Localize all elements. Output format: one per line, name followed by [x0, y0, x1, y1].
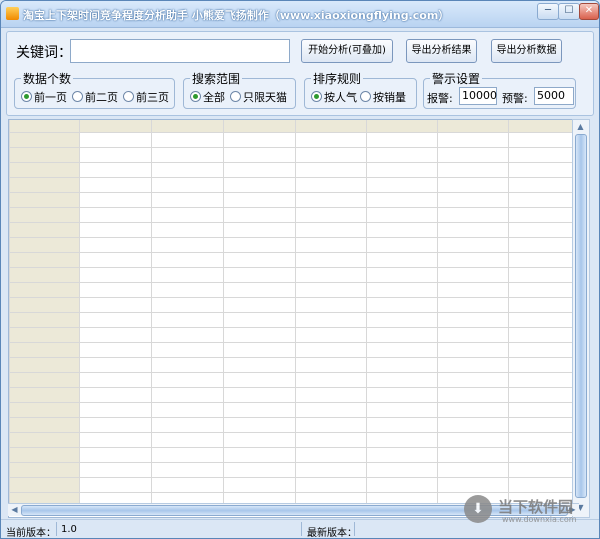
watermark-brand: 当下软件园 [498, 498, 574, 516]
current-version-label: 当前版本： [6, 528, 56, 539]
close-button[interactable]: ✕ [579, 3, 599, 20]
grid-lines [9, 120, 580, 504]
start-analysis-button[interactable]: 开始分析(可叠加) [301, 39, 393, 63]
results-grid[interactable] [8, 119, 581, 518]
keyword-input[interactable] [70, 39, 290, 63]
data-count-group: 数据个数 前一页 前二页 前三页 [14, 70, 175, 109]
scroll-up-icon[interactable]: ▲ [575, 121, 586, 133]
radio-scope-tmall[interactable]: 只限天猫 [230, 89, 287, 105]
download-arrow-icon: ⬇ [464, 495, 492, 523]
current-version-value: 1.0 [61, 524, 77, 535]
vertical-scroll-thumb[interactable] [575, 134, 587, 498]
alarm-input[interactable]: 10000 [459, 87, 497, 105]
alert-settings-title: 警示设置 [430, 70, 483, 87]
radio-sort-popularity[interactable]: 按人气 [311, 89, 357, 105]
radio-dot-icon [72, 91, 83, 102]
window-title: 淘宝上下架时间竞争程度分析助手 小熊爱飞扬制作（www.xiaoxiongfly… [23, 9, 450, 22]
search-scope-group: 搜索范围 全部 只限天猫 [183, 70, 296, 109]
data-count-title: 数据个数 [21, 70, 74, 87]
export-data-button[interactable]: 导出分析数据 [491, 39, 562, 63]
radio-dot-icon [190, 91, 201, 102]
sort-rule-group: 排序规则 按人气 按销量 [304, 70, 417, 109]
status-divider [354, 522, 355, 536]
status-divider [301, 522, 302, 536]
radio-page-1[interactable]: 前一页 [21, 89, 67, 105]
warning-label: 预警: [502, 92, 528, 105]
sort-rule-title: 排序规则 [311, 70, 364, 87]
watermark-url: www.downxia.com [502, 515, 577, 524]
title-bar[interactable]: 淘宝上下架时间竞争程度分析助手 小熊爱飞扬制作（www.xiaoxiongfly… [1, 1, 599, 28]
vertical-scrollbar[interactable]: ▲ ▼ [572, 119, 590, 518]
radio-dot-icon [360, 91, 371, 102]
radio-sort-sales[interactable]: 按销量 [360, 89, 406, 105]
keyword-label: 关键词： [16, 45, 72, 61]
grid-header [9, 120, 580, 132]
radio-dot-icon [123, 91, 134, 102]
options-panel: 关键词： 开始分析(可叠加) 导出分析结果 导出分析数据 数据个数 前一页 前二… [6, 31, 594, 116]
minimize-button[interactable]: ─ [537, 3, 559, 20]
app-window: 淘宝上下架时间竞争程度分析助手 小熊爱飞扬制作（www.xiaoxiongfly… [0, 0, 600, 539]
radio-dot-icon [21, 91, 32, 102]
radio-page-2[interactable]: 前二页 [72, 89, 118, 105]
watermark: ⬇ 当下软件园 www.downxia.com [464, 495, 586, 525]
maximize-button[interactable]: ☐ [558, 3, 580, 20]
radio-dot-icon [311, 91, 322, 102]
alarm-label: 报警: [427, 92, 453, 105]
app-icon [6, 7, 19, 20]
search-scope-title: 搜索范围 [190, 70, 243, 87]
alert-settings-group: 警示设置 报警: 10000 预警: 5000 [423, 70, 576, 109]
latest-version-label: 最新版本： [307, 528, 357, 539]
radio-scope-all[interactable]: 全部 [190, 89, 225, 105]
radio-page-3[interactable]: 前三页 [123, 89, 169, 105]
status-divider [56, 522, 57, 536]
scroll-left-icon[interactable]: ◀ [9, 504, 20, 515]
warning-input[interactable]: 5000 [534, 87, 574, 105]
radio-dot-icon [230, 91, 241, 102]
grid-row-header [9, 132, 79, 504]
export-results-button[interactable]: 导出分析结果 [406, 39, 477, 63]
